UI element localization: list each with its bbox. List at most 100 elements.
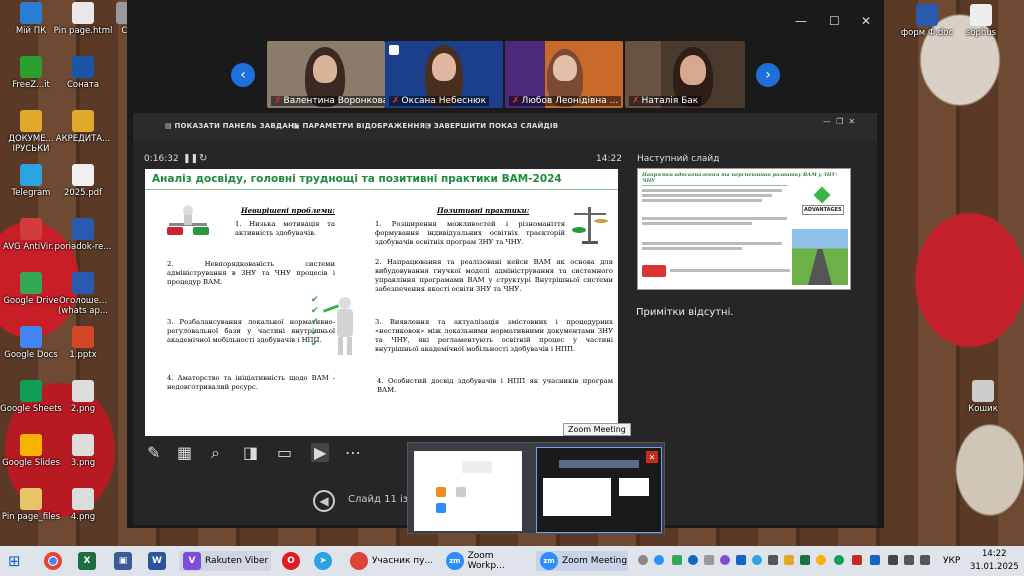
windows-start-icon[interactable]: ⊞ [8, 551, 21, 571]
taskbar-viber[interactable]: V Rakuten Viber [179, 551, 271, 571]
desktop-icon[interactable]: sophus [950, 4, 1012, 38]
slide-counter: Слайд 11 із [348, 494, 409, 505]
black-screen-icon[interactable]: ◨ [243, 443, 258, 462]
desktop-icon[interactable]: 3.png [52, 434, 114, 468]
clock-date[interactable]: 31.01.2025 [970, 562, 1019, 572]
desktop-icon[interactable]: Кошик [952, 380, 1014, 414]
next-slide-title: Напрямки вдосконалення та перспективи ро… [642, 172, 838, 184]
pause-icon[interactable]: ❚❚ [183, 154, 198, 164]
taskbar-chrome-window[interactable]: Учасник пу... [346, 551, 436, 571]
language-indicator[interactable]: УКР [943, 556, 960, 566]
timer: 0:16:32 [144, 154, 179, 164]
desktop-icon-label: poriadok-re... [54, 242, 112, 252]
word-icon[interactable]: W [148, 551, 166, 571]
file-icon [72, 218, 94, 240]
zoom-tray-icon[interactable] [654, 555, 664, 565]
file-icon [916, 4, 938, 26]
desktop-icon[interactable]: 2025.pdf [52, 164, 114, 198]
telegram-icon[interactable]: ➤ [314, 551, 332, 571]
bluetooth-icon[interactable] [870, 555, 880, 565]
more-options-icon[interactable]: ⋯ [345, 443, 361, 462]
scales-illustration [163, 203, 213, 237]
right-heading: Позитивні практики: [437, 206, 530, 215]
tray-icon[interactable] [852, 555, 862, 565]
camera-icon[interactable]: ▶ [311, 443, 330, 462]
participant-tile[interactable]: ✗ Наталія Бак [625, 41, 745, 108]
all-slides-icon[interactable]: ▦ [177, 443, 192, 462]
window-mini-controls[interactable]: — ❐ ✕ [823, 117, 855, 126]
edge-tray-icon[interactable] [688, 555, 698, 565]
taskbar-zoom-meeting[interactable]: zm Zoom Meeting [536, 551, 628, 571]
participant-tile[interactable]: ✗ Любов Леонідівна ... [505, 41, 623, 108]
desktop-icon-label: Кошик [968, 404, 998, 414]
previous-slide-button[interactable]: ◀ [313, 490, 335, 512]
pen-icon[interactable]: ✎ [147, 443, 160, 462]
desktop-icon[interactable]: 1.pptx [52, 326, 114, 360]
volume-icon[interactable] [920, 555, 930, 565]
clock-time[interactable]: 14:22 [982, 549, 1007, 559]
save-icon[interactable]: ▣ [114, 551, 132, 571]
desktop-icon-label: 2025.pdf [63, 188, 103, 198]
zoom-icon[interactable]: ⌕ [211, 443, 220, 463]
next-participants-button[interactable]: › [756, 63, 780, 87]
close-button[interactable]: ✕ [861, 14, 871, 28]
chrome-icon[interactable] [44, 551, 62, 571]
slide-title: Аналіз досвіду, головні труднощі та пози… [152, 173, 562, 185]
right-point: 4. Особистий досвід здобувачів і НПП як … [377, 377, 613, 394]
prev-participants-button[interactable]: ‹ [231, 63, 255, 87]
close-icon[interactable]: ✕ [646, 451, 658, 463]
zoom-tooltip: Zoom Meeting [563, 423, 631, 436]
next-slide-road-image [792, 229, 848, 285]
desktop-icon-label: 3.png [70, 458, 96, 468]
desktop-icon-label: Соната [66, 80, 100, 90]
tray-icon[interactable] [736, 555, 746, 565]
file-icon [72, 488, 94, 510]
telegram-tray-icon[interactable] [752, 555, 762, 565]
maximize-button[interactable]: ☐ [829, 14, 840, 28]
next-slide-preview[interactable]: Напрямки вдосконалення та перспективи ро… [637, 168, 851, 290]
taskbar-zoom-workplace[interactable]: zm Zoom Workp... [442, 551, 532, 571]
desktop-icon[interactable]: АКРЕДИТА... [52, 110, 114, 144]
desktop-icon[interactable]: форм Ф.doc [896, 4, 958, 38]
presenter-toolbar: ▤ ПОКАЗАТИ ПАНЕЛЬ ЗАВДАНЬ ▣ ПАРАМЕТРИ ВІ… [133, 113, 877, 140]
tray-icon[interactable] [888, 555, 898, 565]
tray-icon[interactable] [834, 555, 844, 565]
participant-name: ✗ Оксана Небеснюк [389, 96, 490, 106]
tray-icon[interactable] [816, 555, 826, 565]
end-show-button[interactable]: ⊟ ЗАВЕРШИТИ ПОКАЗ СЛАЙДІВ [425, 122, 558, 130]
desktop-icon[interactable]: Соната [52, 56, 114, 90]
drive-tray-icon[interactable] [672, 555, 682, 565]
display-settings-button[interactable]: ▣ ПАРАМЕТРИ ВІДОБРАЖЕННЯ ▾ [293, 122, 431, 130]
next-slide-label: Наступний слайд [637, 154, 720, 164]
taskbar: ⊞ X ▣ W V Rakuten Viber O ➤ Учасник пу...… [0, 546, 1024, 576]
desktop-icon[interactable]: poriadok-re... [52, 218, 114, 252]
excel-icon[interactable]: X [78, 551, 96, 571]
opera-icon[interactable]: O [282, 551, 300, 571]
current-slide: Аналіз досвіду, головні труднощі та пози… [145, 169, 618, 436]
tray-icon[interactable] [784, 555, 794, 565]
viber-tray-icon[interactable] [720, 555, 730, 565]
next-slide-badge-image: ADVANTAGES [802, 186, 844, 223]
desktop-icon[interactable]: 2.png [52, 380, 114, 414]
desktop-icon[interactable]: Оголоше... (whats ap... [52, 272, 114, 316]
restart-icon[interactable]: ↻ [199, 153, 207, 164]
file-icon [20, 380, 42, 402]
participant-tile[interactable]: ✗ Оксана Небеснюк [385, 41, 503, 108]
desktop-icon[interactable]: 4.png [52, 488, 114, 522]
file-icon [20, 2, 42, 24]
participant-name: ✗ Наталія Бак [629, 96, 702, 106]
subtitles-icon[interactable]: ▭ [277, 443, 292, 462]
tray-icon[interactable] [768, 555, 778, 565]
tray-icon[interactable] [704, 555, 714, 565]
zoom-meeting-thumbnail[interactable] [536, 447, 662, 533]
zoom-workplace-thumbnail[interactable] [414, 451, 522, 531]
minimize-button[interactable]: — [795, 14, 807, 28]
zoom-icon: zm [540, 552, 558, 570]
left-point: 1. Низька мотивація та активність здобув… [235, 220, 335, 237]
show-taskbar-button[interactable]: ▤ ПОКАЗАТИ ПАНЕЛЬ ЗАВДАНЬ [165, 122, 300, 130]
tray-icon[interactable] [800, 555, 810, 565]
participant-tile[interactable]: ✗ Валентина Воронкова [267, 41, 385, 108]
file-icon [20, 488, 42, 510]
network-icon[interactable] [904, 555, 914, 565]
skype-icon[interactable] [638, 555, 648, 565]
